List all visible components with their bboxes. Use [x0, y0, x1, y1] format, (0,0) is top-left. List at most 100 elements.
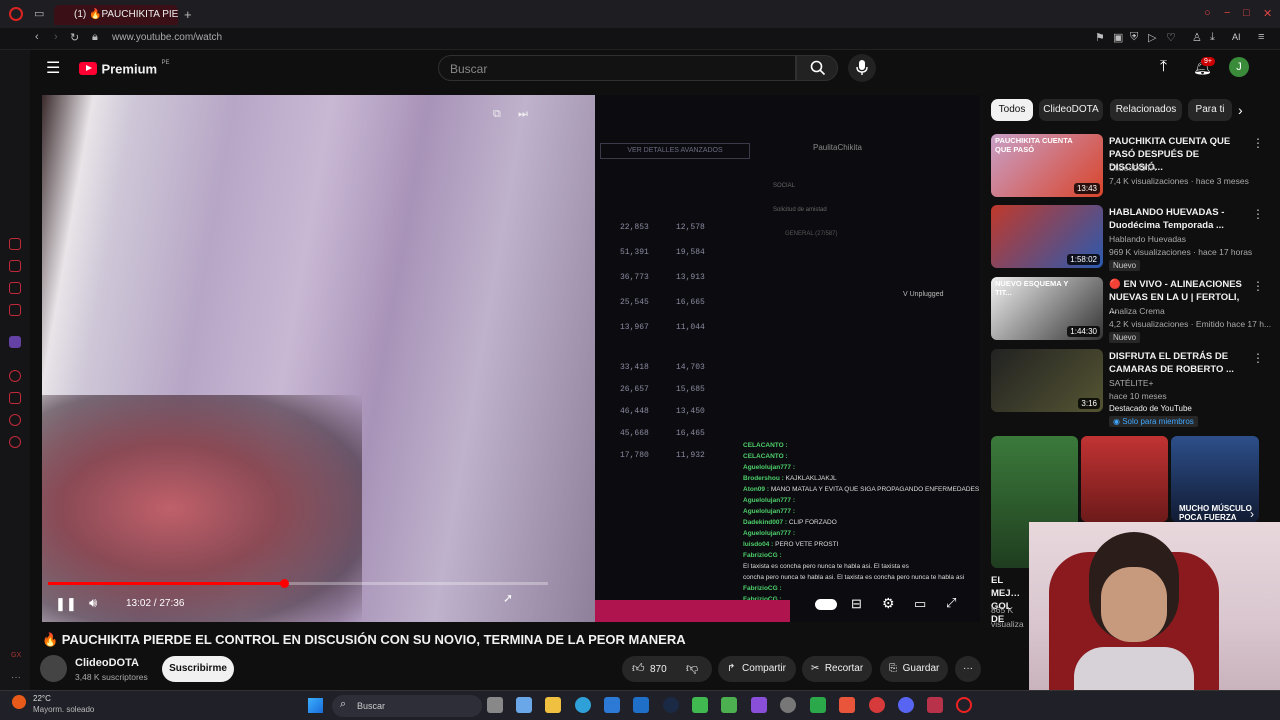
next-icon[interactable]: ⏭︎ — [518, 108, 528, 121]
rec-channel[interactable]: ClideoDOTA — [1109, 163, 1156, 173]
app-icon-3[interactable] — [751, 697, 767, 713]
sidebar-gx-icon[interactable]: GX — [11, 652, 21, 659]
app-icon-4[interactable] — [810, 697, 826, 713]
settings-app-icon[interactable] — [780, 697, 796, 713]
reload-icon[interactable]: ↻ — [70, 31, 79, 44]
progress-bar[interactable] — [48, 582, 548, 585]
store-icon[interactable] — [604, 697, 620, 713]
shelf-thumb-2[interactable] — [1081, 436, 1168, 522]
weather-icon[interactable] — [12, 695, 26, 709]
shelf-thumb-3[interactable]: MUCHO MÚSCULO POCA FUERZA — [1171, 436, 1259, 522]
rec-title[interactable]: DISFRUTA EL DETRÁS DE CAMARAS DE ROBERTO… — [1109, 350, 1249, 376]
sidebar-history-icon[interactable] — [9, 370, 21, 382]
hamburger-menu-icon[interactable]: ☰ — [46, 58, 60, 78]
miniplayer-icon[interactable]: ⧉ — [493, 108, 501, 121]
search-button[interactable] — [796, 55, 838, 81]
chips-next-icon[interactable]: › — [1238, 102, 1243, 118]
scrubber-handle[interactable] — [280, 579, 289, 588]
back-icon[interactable]: ‹ — [35, 31, 39, 43]
rec-thumbnail[interactable]: PAUCHIKITA CUENTA QUE PASÓ 13:43 — [991, 134, 1103, 197]
widgets-icon[interactable] — [516, 697, 532, 713]
settings-icon[interactable]: ⚙ — [882, 595, 895, 612]
new-tab-icon[interactable]: + — [184, 7, 192, 22]
pause-icon[interactable]: ❚❚ — [55, 596, 77, 612]
sidebar-settings-icon[interactable] — [9, 436, 21, 448]
rec-channel[interactable]: Analiza Crema — [1109, 306, 1165, 316]
like-icon[interactable]: 👍︎ — [632, 661, 645, 676]
sidebar-timer-icon[interactable] — [9, 414, 21, 426]
sidebar-send-icon[interactable] — [9, 392, 21, 404]
menu-icon[interactable]: ≡ — [1258, 31, 1264, 43]
dislike-icon[interactable]: 👎︎ — [686, 661, 698, 676]
channel-name[interactable]: ClideoDOTA — [75, 657, 139, 669]
shield-icon[interactable]: ⛨ — [1130, 31, 1138, 44]
rec-thumbnail[interactable]: 1:58:02 — [991, 205, 1103, 268]
share-button[interactable]: ↱ Compartir — [718, 656, 796, 682]
rec-more-icon[interactable]: ⋮ — [1252, 279, 1264, 293]
app-icon-5[interactable] — [869, 697, 885, 713]
voice-search-button[interactable] — [848, 54, 876, 82]
taskview-icon[interactable] — [487, 697, 503, 713]
opera-logo-icon[interactable] — [9, 7, 23, 21]
chip-2[interactable]: ClideoDOTA — [1039, 99, 1103, 121]
close-window-icon[interactable]: ✕ — [1263, 7, 1272, 20]
sidebar-music-icon[interactable] — [9, 304, 21, 316]
steam-icon[interactable] — [663, 697, 679, 713]
rec-channel[interactable]: SATÉLITE+ — [1109, 378, 1153, 388]
url-field[interactable]: www.youtube.com/watch — [112, 32, 222, 43]
youtube-logo[interactable]: Premium PE — [79, 60, 170, 76]
sidebar-chat-icon[interactable] — [9, 282, 21, 294]
avatar[interactable]: J — [1229, 57, 1249, 77]
video-player[interactable]: ⧉ ⏭︎ VER DETALLES AVANZADOS PaulitaChiki… — [42, 95, 980, 622]
rec-more-icon[interactable]: ⋮ — [1252, 351, 1264, 365]
file-explorer-icon[interactable] — [545, 697, 561, 713]
subtitles-icon[interactable]: ⊟ — [851, 596, 862, 612]
snapshot-icon[interactable]: ▣ — [1113, 31, 1123, 44]
sidebar-twitch-icon[interactable] — [9, 336, 21, 348]
opera-gx-icon[interactable] — [956, 697, 972, 713]
app-icon-6[interactable] — [927, 697, 943, 713]
clip-button[interactable]: ✂ Recortar — [802, 656, 872, 682]
sidebar-ai-icon[interactable] — [9, 238, 21, 250]
play-icon[interactable]: ▷ — [1148, 31, 1156, 44]
rec-more-icon[interactable]: ⋮ — [1252, 136, 1264, 150]
subscribe-button[interactable]: Suscribirme — [162, 656, 234, 682]
rec-more-icon[interactable]: ⋮ — [1252, 207, 1264, 221]
profile-icon[interactable]: ♙ — [1192, 31, 1202, 44]
download-icon[interactable]: ⤓ — [1210, 31, 1215, 44]
ai-button[interactable]: AI — [1232, 32, 1241, 42]
rec-channel[interactable]: Hablando Huevadas — [1109, 234, 1186, 244]
sidebar-messenger-icon[interactable] — [9, 260, 21, 272]
shelf-next-icon[interactable]: › — [1250, 507, 1254, 521]
taskbar-search[interactable]: ⌕ Buscar — [332, 695, 482, 717]
autoplay-toggle[interactable] — [815, 599, 837, 610]
chip-1[interactable]: Todos — [991, 99, 1033, 121]
search-tabs-icon[interactable]: ○ — [1204, 7, 1211, 19]
save-button[interactable]: ⎘ Guardar — [880, 656, 948, 682]
chip-3[interactable]: Relacionados — [1110, 99, 1182, 121]
bookmark-icon[interactable]: ⚑ — [1095, 31, 1105, 44]
brave-icon[interactable] — [839, 697, 855, 713]
rec-title[interactable]: HABLANDO HUEVADAS - Duodécima Temporada … — [1109, 206, 1249, 232]
browser-tab-active[interactable]: (1) 🔥PAUCHIKITA PIE — [54, 5, 178, 25]
discord-icon[interactable] — [898, 697, 914, 713]
forward-icon[interactable]: › — [54, 31, 58, 43]
maximize-icon[interactable]: □ — [1243, 7, 1250, 19]
chip-4[interactable]: Para ti — [1188, 99, 1232, 121]
rec-thumbnail[interactable]: 3:16 — [991, 349, 1103, 412]
channel-avatar[interactable] — [40, 655, 67, 682]
theater-mode-icon[interactable]: ▭ — [914, 596, 926, 612]
heart-icon[interactable]: ♡ — [1166, 31, 1176, 44]
app-icon-2[interactable] — [721, 697, 737, 713]
upload-icon[interactable]: ⤒ — [1160, 58, 1167, 76]
rec-thumbnail[interactable]: NUEVO ESQUEMA Y TIT... 1:44:30 — [991, 277, 1103, 340]
minimize-icon[interactable]: − — [1224, 7, 1230, 19]
mail-icon[interactable] — [633, 697, 649, 713]
search-input[interactable]: Buscar — [438, 55, 796, 81]
fullscreen-icon[interactable]: ⤢ — [946, 595, 956, 611]
start-icon[interactable] — [308, 698, 323, 713]
edge-icon[interactable] — [575, 697, 591, 713]
tab-overview-icon[interactable]: ▭ — [34, 7, 44, 20]
sidebar-more-icon[interactable]: ··· — [11, 672, 21, 683]
more-actions-button[interactable]: ··· — [955, 656, 981, 682]
